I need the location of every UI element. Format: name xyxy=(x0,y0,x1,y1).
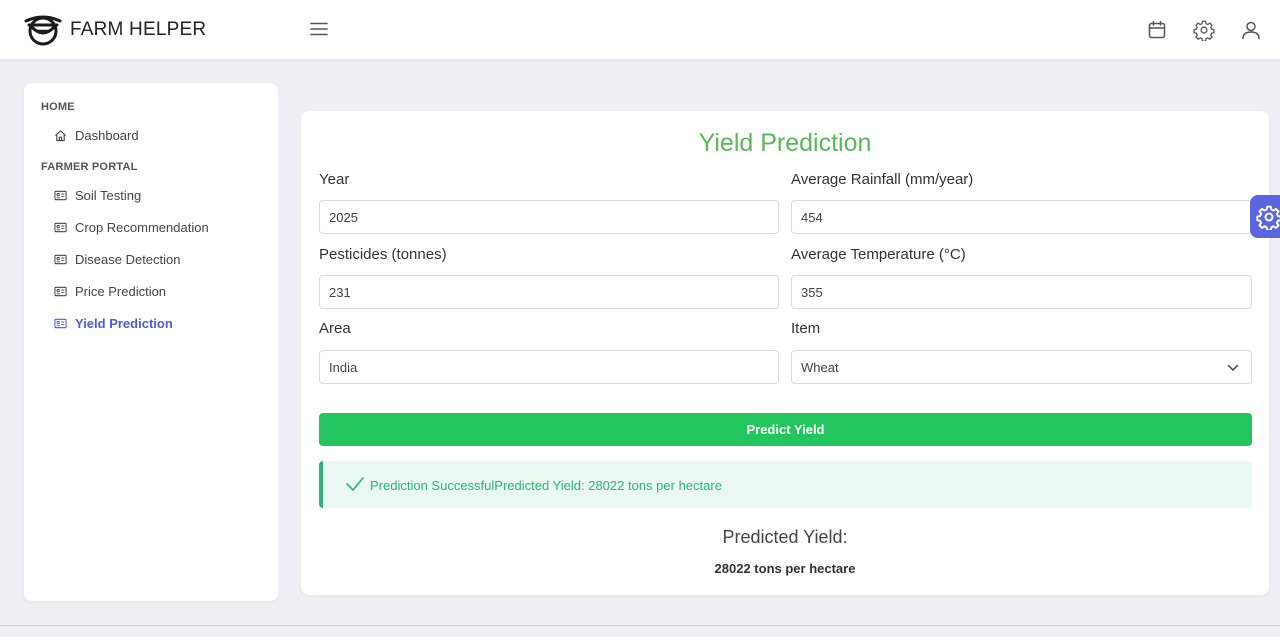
sidebar-heading-farmer-portal: FARMER PORTAL xyxy=(41,161,138,173)
temperature-label: Average Temperature (°C) xyxy=(791,246,966,263)
item-label: Item xyxy=(791,320,821,337)
sidebar-item-yield-prediction[interactable]: Yield Prediction xyxy=(54,316,173,331)
id-card-icon xyxy=(54,318,67,329)
gear-icon[interactable] xyxy=(1193,19,1215,41)
item-select[interactable]: Wheat xyxy=(791,350,1252,384)
success-alert: Prediction SuccessfulPredicted Yield: 28… xyxy=(319,461,1252,508)
menu-icon[interactable] xyxy=(309,19,329,39)
year-input[interactable] xyxy=(319,200,779,234)
farm-helper-logo-icon xyxy=(24,15,62,46)
calendar-icon[interactable] xyxy=(1146,19,1168,41)
brand[interactable]: FARM HELPER xyxy=(24,14,206,46)
sidebar-heading-home: HOME xyxy=(41,101,75,113)
sidebar-item-label: Yield Prediction xyxy=(75,316,173,331)
sidebar-item-dashboard[interactable]: Dashboard xyxy=(54,128,139,143)
brand-name: FARM HELPER xyxy=(70,19,207,40)
sidebar: HOME Dashboard FARMER PORTAL Soil Testin… xyxy=(24,83,278,601)
id-card-icon xyxy=(54,190,67,201)
sidebar-item-label: Crop Recommendation xyxy=(75,220,209,235)
sidebar-item-disease-detection[interactable]: Disease Detection xyxy=(54,252,181,267)
footer-divider xyxy=(0,625,1280,626)
sidebar-item-label: Soil Testing xyxy=(75,188,142,203)
check-icon xyxy=(346,477,364,491)
area-label: Area xyxy=(319,320,351,337)
chevron-down-icon xyxy=(1227,364,1239,371)
predict-yield-button[interactable]: Predict Yield xyxy=(319,413,1252,446)
id-card-icon xyxy=(54,222,67,233)
pesticides-label: Pesticides (tonnes) xyxy=(319,246,447,263)
rainfall-input[interactable] xyxy=(791,200,1252,234)
id-card-icon xyxy=(54,254,67,265)
theme-settings-button[interactable] xyxy=(1250,195,1280,238)
top-navbar: FARM HELPER xyxy=(0,0,1280,59)
home-icon xyxy=(55,130,66,142)
item-select-value: Wheat xyxy=(801,360,839,375)
sidebar-item-soil-testing[interactable]: Soil Testing xyxy=(54,188,141,203)
result-heading: Predicted Yield: xyxy=(722,527,848,547)
alert-message: Prediction SuccessfulPredicted Yield: 28… xyxy=(370,478,722,493)
sidebar-item-label: Dashboard xyxy=(75,128,139,143)
rainfall-label: Average Rainfall (mm/year) xyxy=(791,171,974,188)
id-card-icon xyxy=(54,286,67,297)
area-input[interactable] xyxy=(319,350,779,384)
pesticides-input[interactable] xyxy=(319,275,779,309)
gear-icon xyxy=(1256,205,1280,230)
result-value: 28022 tons per hectare xyxy=(714,561,856,576)
sidebar-item-label: Price Prediction xyxy=(75,284,167,299)
temperature-input[interactable] xyxy=(791,275,1252,309)
sidebar-item-price-prediction[interactable]: Price Prediction xyxy=(54,284,166,299)
page-title: Yield Prediction xyxy=(698,129,872,157)
year-label: Year xyxy=(319,171,350,188)
user-icon[interactable] xyxy=(1240,19,1262,41)
yield-prediction-card: Yield Prediction Year Average Rainfall (… xyxy=(301,111,1269,595)
sidebar-item-label: Disease Detection xyxy=(75,252,181,267)
sidebar-item-crop-recommendation[interactable]: Crop Recommendation xyxy=(54,220,209,235)
